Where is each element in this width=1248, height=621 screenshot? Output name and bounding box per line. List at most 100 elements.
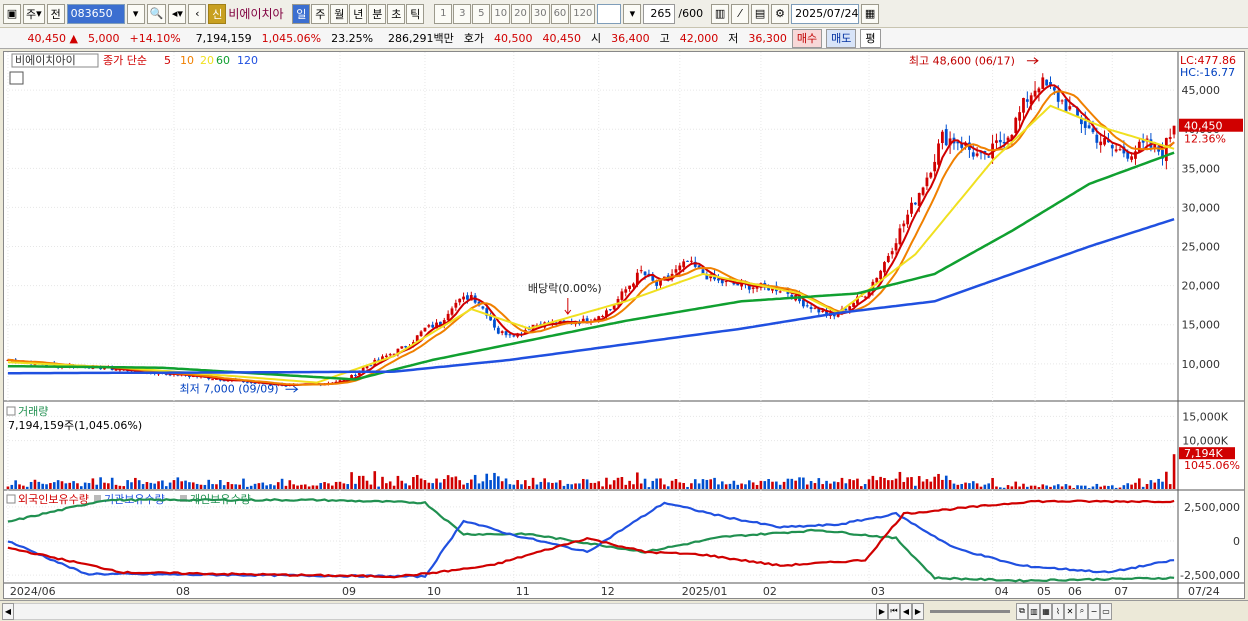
holdings-checkbox[interactable] xyxy=(6,494,16,504)
volume-bar xyxy=(620,477,624,489)
volume-bar xyxy=(794,480,797,489)
x-axis-label: 07 xyxy=(1114,585,1128,598)
sell-button[interactable]: 매도 xyxy=(826,28,857,48)
volume-current-pct: 1045.06% xyxy=(1184,459,1240,472)
interval-tab-30[interactable]: 30 xyxy=(530,3,550,24)
period-tab-6[interactable]: 틱 xyxy=(406,3,425,24)
market-type-select[interactable]: 주 ▾ xyxy=(23,3,45,24)
volume-bar xyxy=(145,482,149,489)
zoom-slider[interactable] xyxy=(930,609,1010,613)
volume-bar xyxy=(361,475,365,489)
volume-bar xyxy=(817,478,821,489)
date-input[interactable]: 2025/07/24 xyxy=(791,3,860,24)
calendar-icon[interactable]: ▦ xyxy=(861,3,880,24)
stock-code-input[interactable]: 083650 xyxy=(66,3,125,24)
period-tab-2[interactable]: 월 xyxy=(330,3,349,24)
interval-tab-3[interactable]: 3 xyxy=(453,3,472,24)
prev-stock-icon[interactable]: ‹ xyxy=(188,3,207,24)
volume-bar xyxy=(83,482,87,489)
interval-tab-120[interactable]: 120 xyxy=(570,3,596,24)
volume-bar xyxy=(1122,485,1126,489)
interval-tab-60[interactable]: 60 xyxy=(550,3,570,24)
ask-price: 40,450 xyxy=(542,31,582,45)
scroll-left-icon[interactable]: ◀ xyxy=(2,602,14,620)
period-tab-1[interactable]: 주 xyxy=(311,3,330,24)
candle-body xyxy=(466,295,469,300)
volume-bar xyxy=(643,478,647,489)
fit-icon[interactable]: ▭ xyxy=(1100,602,1112,620)
grid-icon[interactable]: ▦ xyxy=(1040,602,1052,620)
chart-canvas[interactable]: 45,00040,00035,00030,00025,00020,00015,0… xyxy=(4,52,1244,598)
buy-button[interactable]: 매수 xyxy=(791,28,823,48)
volume-bar xyxy=(1026,486,1029,489)
next-page-icon[interactable]: ▶ xyxy=(912,602,924,620)
candle-body xyxy=(1164,137,1168,162)
candle-body xyxy=(682,261,686,268)
volume-checkbox[interactable] xyxy=(6,406,16,416)
volume-bar xyxy=(234,484,238,489)
volume-bar xyxy=(423,480,427,489)
gear-icon[interactable]: ⚙ xyxy=(771,3,790,24)
stock-chart[interactable]: 45,00040,00035,00030,00025,00020,00015,0… xyxy=(3,51,1245,599)
current-price-marker-label: 40,450 xyxy=(1184,120,1223,133)
volume-bar xyxy=(114,484,118,489)
layout-icon[interactable]: ▥ xyxy=(1028,602,1040,620)
volume-bar xyxy=(894,478,898,489)
volume-bar xyxy=(663,484,666,489)
volume-bar xyxy=(1107,485,1110,489)
code-dropdown-icon[interactable]: ▾ xyxy=(126,3,145,24)
volume-bar xyxy=(1053,485,1056,489)
volume-ratio: 1,045.06% xyxy=(261,31,322,45)
candle-body xyxy=(446,313,450,321)
period-tab-4[interactable]: 분 xyxy=(368,3,387,24)
volume-bar xyxy=(883,477,886,489)
zoom-icon[interactable]: ⌕ xyxy=(1076,602,1088,620)
candle-body xyxy=(1087,125,1091,129)
volume-bar xyxy=(562,485,566,489)
interval-tab-1[interactable]: 1 xyxy=(434,3,453,24)
cross-icon[interactable]: ✕ xyxy=(1064,602,1076,620)
volume-bar xyxy=(1056,484,1060,489)
count-input[interactable]: 265 xyxy=(643,3,676,24)
candle-style-icon[interactable]: ▥ xyxy=(711,3,730,24)
prev-page-icon[interactable]: ◀ xyxy=(900,602,912,620)
legend-table-icon[interactable] xyxy=(9,71,24,85)
window-menu-icon[interactable]: ▣ xyxy=(3,3,21,24)
volume-bar xyxy=(724,484,728,489)
candle-body xyxy=(454,302,458,308)
period-tab-3[interactable]: 년 xyxy=(349,3,368,24)
line-tool-icon[interactable]: ⁄ xyxy=(731,3,750,24)
prev-button[interactable]: 전 xyxy=(46,3,65,24)
candle-body xyxy=(423,327,427,332)
volume-bar xyxy=(454,476,458,489)
interval-tab-20[interactable]: 20 xyxy=(511,3,530,24)
period-tab-5[interactable]: 초 xyxy=(387,3,406,24)
interval-dropdown-icon[interactable]: ▾ xyxy=(623,3,642,24)
eval-button[interactable]: 평 xyxy=(860,28,881,48)
horizontal-scrollbar[interactable] xyxy=(14,602,876,620)
volume-bar xyxy=(678,482,682,489)
interval-custom-input[interactable] xyxy=(597,3,622,24)
turnover-rate: 23.25% xyxy=(331,31,374,45)
candle-body xyxy=(883,262,886,273)
volume-bar xyxy=(1087,488,1091,489)
save-icon[interactable]: ▤ xyxy=(751,3,770,24)
period-tab-0[interactable]: 일 xyxy=(292,3,311,24)
candle-body xyxy=(1018,112,1022,121)
volume-bar xyxy=(172,480,176,489)
candle-body xyxy=(987,156,991,158)
x-axis-end-label: 07/24 xyxy=(1188,585,1220,598)
candle-body xyxy=(493,319,496,328)
search-icon[interactable]: 🔍 xyxy=(146,3,167,24)
copy-icon[interactable]: ⧉ xyxy=(1016,602,1028,620)
zoom-out-icon[interactable]: − xyxy=(1088,602,1100,620)
scroll-right-icon[interactable]: ▶ xyxy=(876,602,888,620)
interval-tab-5[interactable]: 5 xyxy=(472,3,491,24)
volume-bar xyxy=(1138,478,1141,489)
volume-speaker-icon[interactable]: ◂▾ xyxy=(168,3,187,24)
price-axis-label: 35,000 xyxy=(1182,162,1221,175)
interval-tab-10[interactable]: 10 xyxy=(491,3,511,24)
volume-bar xyxy=(809,481,813,489)
draw-icon[interactable]: ⌇ xyxy=(1052,602,1064,620)
first-page-icon[interactable]: ⏮ xyxy=(888,602,900,620)
